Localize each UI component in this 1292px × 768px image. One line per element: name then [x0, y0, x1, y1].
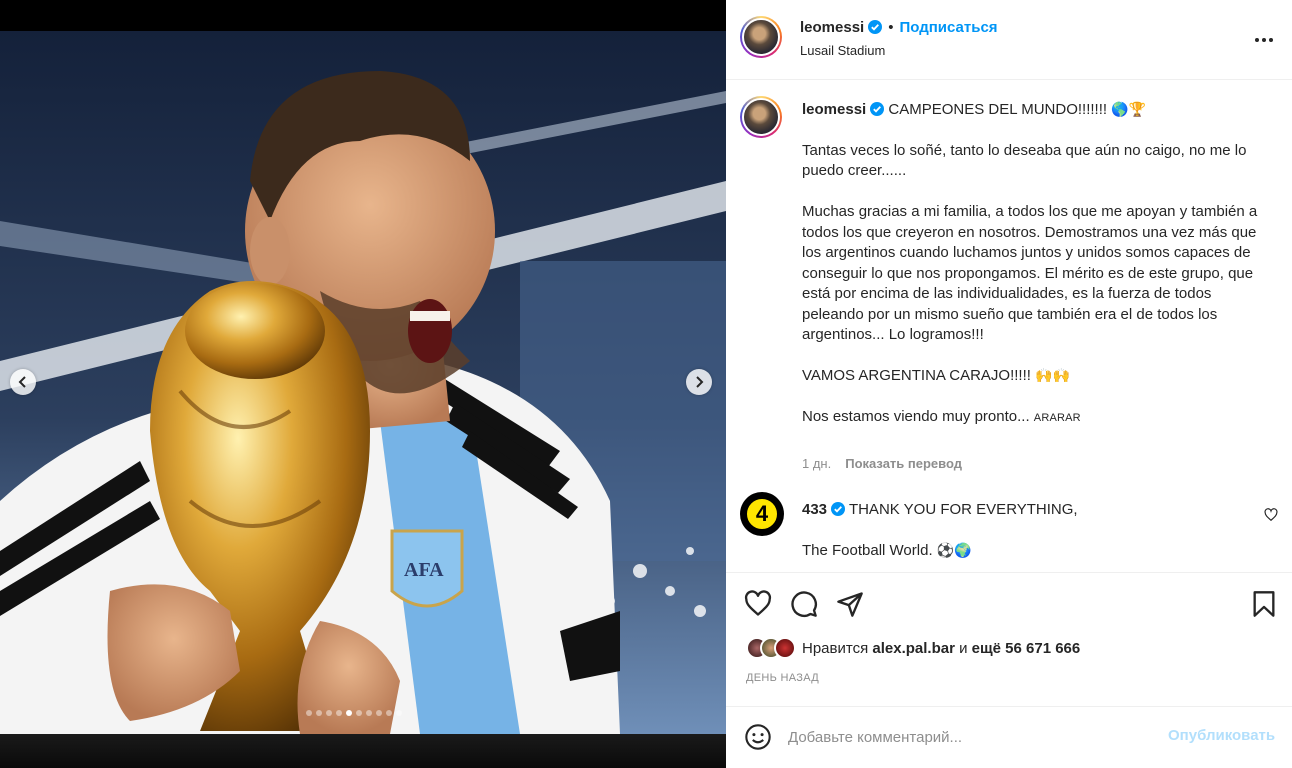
verified-badge-icon	[870, 102, 885, 116]
publish-button[interactable]: Опубликовать	[1168, 727, 1275, 744]
comment-like-heart-icon[interactable]	[1264, 508, 1278, 522]
post-photo: AFA	[0, 31, 726, 734]
ball-globe-emoji: ⚽🌍	[936, 543, 972, 559]
caption-paragraph: Muchas gracias a mi familia, a todos los…	[802, 203, 1262, 343]
globe-trophy-emoji: 🌎🏆	[1111, 102, 1147, 118]
caption-username[interactable]: leomessi	[802, 101, 866, 118]
carousel-dot	[356, 710, 362, 716]
chevron-left-icon	[18, 376, 26, 388]
comment-line-2: The Football World.	[802, 542, 933, 559]
carousel-dot	[326, 710, 332, 716]
carousel-prev-button[interactable]	[10, 369, 36, 395]
carousel-dot	[386, 710, 392, 716]
carousel-dots	[306, 710, 402, 716]
caption-text: leomessi CAMPEONES DEL MUNDO!!!!!!! 🌎🏆 T…	[802, 100, 1262, 449]
likes-count[interactable]: ещё 56 671 666	[972, 640, 1081, 657]
bookmark-icon[interactable]	[1250, 590, 1278, 618]
media-bottom-strip	[0, 734, 726, 768]
likes-middle: и	[959, 639, 968, 657]
carousel-dot	[396, 710, 402, 716]
svg-text:AFA: AFA	[404, 559, 444, 581]
chevron-right-icon	[696, 376, 704, 388]
author-avatar[interactable]	[740, 16, 782, 58]
carousel-dot	[306, 710, 312, 716]
raised-hands-emoji: 🙌🙌	[1035, 368, 1070, 384]
follow-button[interactable]: Подписаться	[899, 19, 997, 36]
verified-badge-icon	[831, 502, 846, 516]
argentina-flags-emoji: ARARAR	[1033, 412, 1081, 424]
carousel-dot	[336, 710, 342, 716]
messi-trophy-photo: AFA	[0, 31, 726, 734]
caption-meta: 1 дн. Показать перевод	[802, 456, 962, 471]
carousel-next-button[interactable]	[686, 369, 712, 395]
comment-icon[interactable]	[790, 590, 818, 618]
comment-composer: Опубликовать	[726, 706, 1292, 768]
caption-time: 1 дн.	[802, 456, 832, 471]
post-location[interactable]: Lusail Stadium	[800, 43, 885, 58]
comment-input[interactable]	[788, 725, 1158, 749]
likes-prefix: Нравится	[802, 639, 869, 657]
post-header: leomessi • Подписаться Lusail Stadium	[726, 0, 1292, 80]
liker-username[interactable]: alex.pal.bar	[872, 640, 955, 657]
carousel-dot	[316, 710, 322, 716]
commenter-avatar[interactable]: 4	[740, 492, 784, 536]
comment-line-1: THANK YOU FOR EVERYTHING,	[848, 501, 1078, 518]
carousel-dot	[346, 710, 352, 716]
verified-badge-icon	[868, 20, 883, 34]
send-icon[interactable]	[836, 590, 864, 618]
comment-text: 433 THANK YOU FOR EVERYTHING, The Footba…	[802, 500, 1242, 562]
smile-icon[interactable]	[744, 723, 772, 751]
caption-paragraph-closing: Nos estamos viendo muy pronto... ARARAR	[802, 408, 1081, 425]
author-username[interactable]: leomessi	[800, 19, 864, 36]
caption-title: CAMPEONES DEL MUNDO!!!!!!!	[888, 101, 1108, 118]
comment-item: 4 433 THANK YOU FOR EVERYTHING, The Foot…	[726, 490, 1292, 572]
carousel-dot	[376, 710, 382, 716]
carousel-dot	[366, 710, 372, 716]
commenter-username[interactable]: 433	[802, 501, 827, 518]
header-separator: •	[888, 19, 894, 36]
caption-paragraph-shout: VAMOS ARGENTINA CARAJO!!!!! 🙌🙌	[802, 367, 1070, 384]
show-translation-link[interactable]: Показать перевод	[845, 456, 962, 471]
caption-author-avatar[interactable]	[740, 96, 782, 138]
post-actions: Нравится alex.pal.bar и ещё 56 671 666 Д…	[726, 572, 1292, 706]
caption-paragraph: Tantas veces lo soñé, tanto lo deseaba q…	[802, 141, 1251, 180]
post-media: AFA	[0, 0, 726, 768]
heart-icon[interactable]	[744, 590, 772, 618]
likes-summary[interactable]: Нравится alex.pal.bar и ещё 56 671 666	[746, 637, 1080, 659]
post-side-panel: leomessi • Подписаться Lusail Stadium leom…	[726, 0, 1292, 768]
more-options-icon[interactable]	[1252, 30, 1276, 50]
liker-avatar	[774, 637, 796, 659]
post-time-ago[interactable]: ДЕНЬ НАЗАД	[746, 672, 819, 684]
